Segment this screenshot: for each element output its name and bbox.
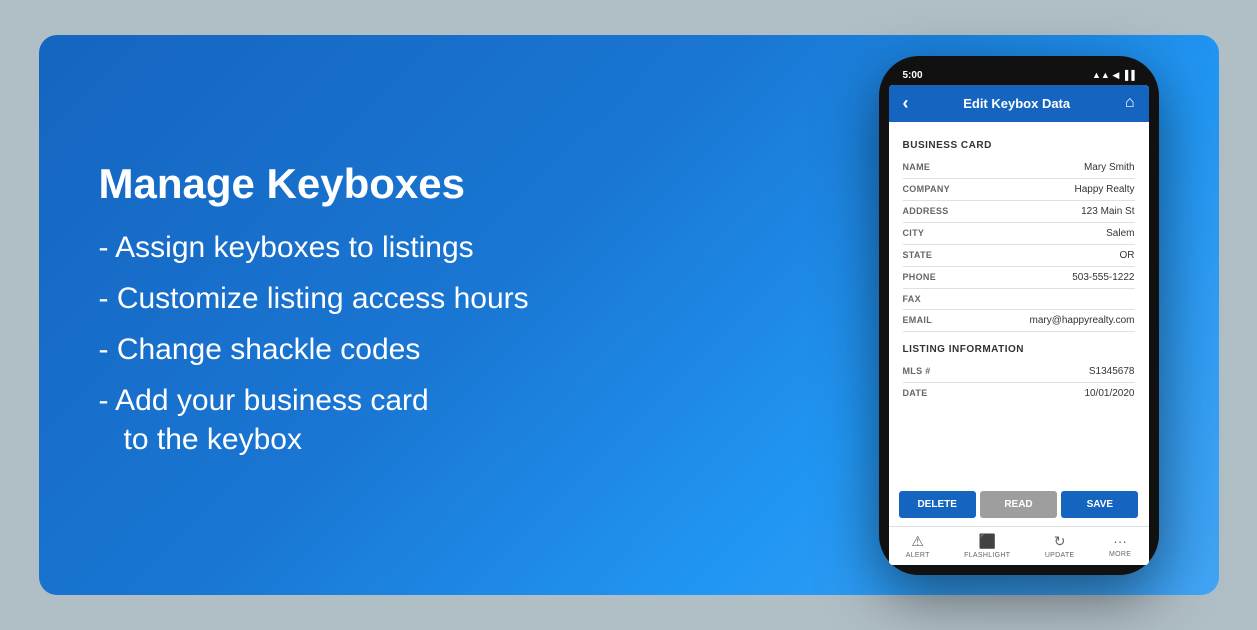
app-header: ‹ Edit Keybox Data ⌂ xyxy=(889,85,1149,122)
list-item-2: - Customize listing access hours xyxy=(99,279,859,318)
label-company: COMPANY xyxy=(903,184,950,194)
label-address: ADDRESS xyxy=(903,206,949,216)
data-row-fax: FAX xyxy=(903,289,1135,310)
header-title: Edit Keybox Data xyxy=(909,96,1125,111)
value-phone: 503-555-1222 xyxy=(1072,272,1134,283)
delete-button[interactable]: DELETE xyxy=(899,491,976,518)
business-card-label: BUSINESS CARD xyxy=(903,140,1135,151)
action-buttons: DELETE READ SAVE xyxy=(889,483,1149,526)
label-fax: FAX xyxy=(903,294,921,304)
nav-alert-label: ALERT xyxy=(906,552,930,559)
save-button[interactable]: SAVE xyxy=(1061,491,1138,518)
phone-mockup: 5:00 ▲▲ ◀ ▐▐ ‹ Edit Keybox Data ⌂ BUSINE… xyxy=(879,56,1159,575)
value-address: 123 Main St xyxy=(1081,206,1134,217)
app-content: BUSINESS CARD NAME Mary Smith COMPANY Ha… xyxy=(889,122,1149,483)
data-row-address: ADDRESS 123 Main St xyxy=(903,201,1135,223)
data-row-city: CITY Salem xyxy=(903,223,1135,245)
nav-update-label: UPDATE xyxy=(1045,552,1075,559)
list-item-3: - Change shackle codes xyxy=(99,330,859,369)
value-name: Mary Smith xyxy=(1084,162,1135,173)
data-row-mls: MLS # S1345678 xyxy=(903,361,1135,383)
nav-more[interactable]: ··· MORE xyxy=(1109,533,1131,559)
page-title: Manage Keyboxes xyxy=(99,160,859,208)
list-item-4: - Add your business card to the keybox xyxy=(99,381,859,459)
label-mls: MLS # xyxy=(903,366,931,376)
status-icons: ▲▲ ◀ ▐▐ xyxy=(1092,70,1135,81)
nav-flashlight[interactable]: ⬛ FLASHLIGHT xyxy=(964,533,1010,559)
value-company: Happy Realty xyxy=(1074,184,1134,195)
data-row-state: STATE OR xyxy=(903,245,1135,267)
text-section: Manage Keyboxes - Assign keyboxes to lis… xyxy=(99,160,879,471)
main-container: Manage Keyboxes - Assign keyboxes to lis… xyxy=(39,35,1219,595)
bottom-nav: ⚠ ALERT ⬛ FLASHLIGHT ↻ UPDATE ··· MORE xyxy=(889,526,1149,565)
phone-body: 5:00 ▲▲ ◀ ▐▐ ‹ Edit Keybox Data ⌂ BUSINE… xyxy=(879,56,1159,575)
more-icon: ··· xyxy=(1113,533,1127,549)
value-mls: S1345678 xyxy=(1089,366,1135,377)
data-row-date: DATE 10/01/2020 xyxy=(903,383,1135,404)
data-row-email: EMAIL mary@happyrealty.com xyxy=(903,310,1135,332)
value-date: 10/01/2020 xyxy=(1084,388,1134,399)
feature-list: - Assign keyboxes to listings - Customiz… xyxy=(99,228,859,459)
nav-alert[interactable]: ⚠ ALERT xyxy=(906,533,930,559)
data-row-phone: PHONE 503-555-1222 xyxy=(903,267,1135,289)
home-icon[interactable]: ⌂ xyxy=(1125,94,1135,112)
phone-screen: ‹ Edit Keybox Data ⌂ BUSINESS CARD NAME … xyxy=(889,85,1149,565)
label-phone: PHONE xyxy=(903,272,937,282)
phone-status-bar: 5:00 ▲▲ ◀ ▐▐ xyxy=(889,66,1149,85)
listing-info-label: LISTING INFORMATION xyxy=(903,344,1135,355)
label-date: DATE xyxy=(903,388,928,398)
nav-update[interactable]: ↻ UPDATE xyxy=(1045,533,1075,559)
nav-flashlight-label: FLASHLIGHT xyxy=(964,552,1010,559)
label-email: EMAIL xyxy=(903,315,933,325)
value-state: OR xyxy=(1120,250,1135,261)
data-row-name: NAME Mary Smith xyxy=(903,157,1135,179)
list-item-1: - Assign keyboxes to listings xyxy=(99,228,859,267)
data-row-company: COMPANY Happy Realty xyxy=(903,179,1135,201)
label-state: STATE xyxy=(903,250,933,260)
flashlight-icon: ⬛ xyxy=(979,533,996,550)
value-email: mary@happyrealty.com xyxy=(1030,315,1135,326)
update-icon: ↻ xyxy=(1054,533,1066,550)
label-name: NAME xyxy=(903,162,931,172)
alert-icon: ⚠ xyxy=(911,533,924,550)
label-city: CITY xyxy=(903,228,925,238)
status-time: 5:00 xyxy=(903,70,923,81)
read-button[interactable]: READ xyxy=(980,491,1057,518)
value-city: Salem xyxy=(1106,228,1134,239)
nav-more-label: MORE xyxy=(1109,551,1131,558)
